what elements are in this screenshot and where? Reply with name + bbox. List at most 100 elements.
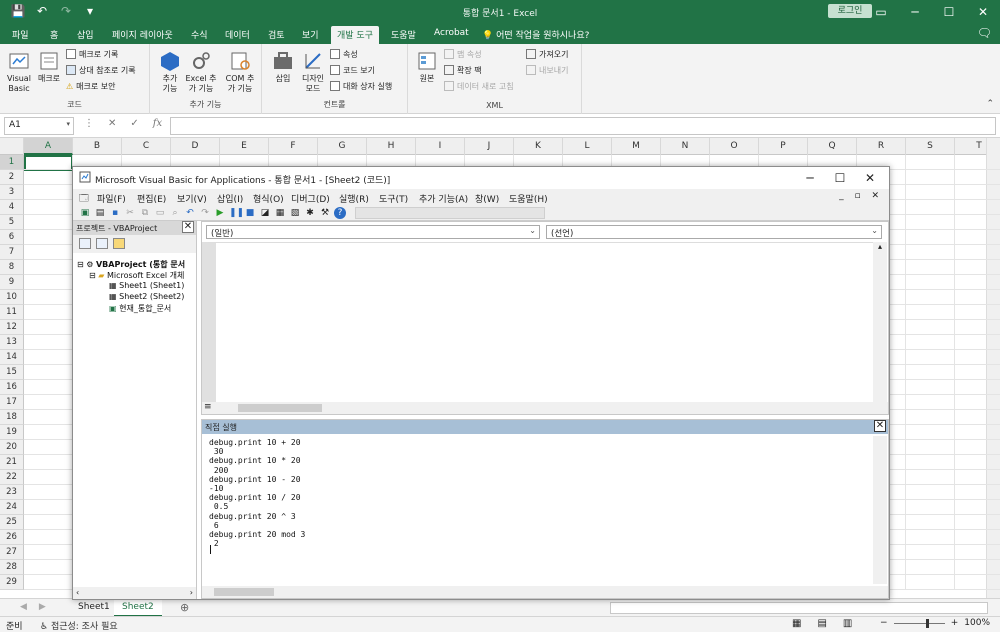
com-addins-button[interactable]: COM 추가 기능	[222, 50, 258, 94]
zoom-in-icon[interactable]: +	[951, 618, 959, 628]
menu-view[interactable]: 보기(V)	[177, 192, 207, 205]
column-header[interactable]: R	[857, 138, 906, 155]
record-macro-button[interactable]: 매크로 기록	[66, 48, 118, 60]
close-icon[interactable]: ✕	[874, 420, 886, 432]
toggle-folders-icon[interactable]	[113, 238, 125, 249]
close-icon[interactable]: ✕	[966, 0, 1000, 24]
design-mode-icon[interactable]: ◪	[259, 207, 271, 219]
row-header[interactable]: 19	[0, 425, 24, 440]
insert-function-icon[interactable]: fx	[153, 118, 162, 129]
horizontal-scrollbar[interactable]	[610, 602, 988, 614]
menu-format[interactable]: 형식(O)	[253, 192, 284, 205]
comments-icon[interactable]: 🗨	[977, 26, 992, 40]
tree-thisworkbook[interactable]: ▣ 현재_통합_문서	[109, 303, 171, 314]
vbe-minimize-icon[interactable]: ─	[795, 169, 825, 187]
zoom-slider[interactable]: − + 100%	[880, 618, 990, 628]
column-header[interactable]: C	[122, 138, 171, 155]
row-header[interactable]: 5	[0, 215, 24, 230]
row-header[interactable]: 8	[0, 260, 24, 275]
column-header[interactable]: B	[73, 138, 122, 155]
vbe-maximize-icon[interactable]: ☐	[825, 169, 855, 187]
mdi-window-controls[interactable]: _ ▫ ✕	[839, 191, 883, 201]
column-header[interactable]: D	[171, 138, 220, 155]
run-icon[interactable]: ▶	[214, 207, 226, 219]
reset-icon[interactable]: ■	[244, 207, 256, 219]
column-header[interactable]: S	[906, 138, 955, 155]
close-icon[interactable]: ✕	[182, 221, 194, 233]
enter-icon[interactable]: ✓	[130, 118, 138, 129]
normal-view-icon[interactable]: ▦	[792, 618, 801, 629]
expansion-packs-button[interactable]: 확장 팩	[444, 64, 482, 76]
menu-addins[interactable]: 추가 기능(A)	[419, 192, 468, 205]
menu-edit[interactable]: 편집(E)	[137, 192, 166, 205]
column-header[interactable]: L	[563, 138, 612, 155]
column-header[interactable]: M	[612, 138, 661, 155]
help-icon[interactable]: ?	[334, 206, 346, 219]
column-header[interactable]: A	[24, 138, 73, 155]
macro-button[interactable]: 매크로	[36, 50, 62, 84]
menu-debug[interactable]: 디버그(D)	[291, 192, 330, 205]
code-editor[interactable]	[202, 242, 874, 406]
row-header[interactable]: 24	[0, 500, 24, 515]
column-header[interactable]: P	[759, 138, 808, 155]
row-header[interactable]: 17	[0, 395, 24, 410]
tab-file[interactable]: 파일	[12, 28, 29, 41]
project-explorer-icon[interactable]: ▦	[274, 207, 286, 219]
column-header[interactable]: H	[367, 138, 416, 155]
vbe-close-icon[interactable]: ✕	[855, 169, 885, 187]
row-header[interactable]: 15	[0, 365, 24, 380]
view-object-icon[interactable]	[96, 238, 108, 249]
select-all-corner[interactable]	[0, 138, 24, 155]
project-hscrollbar[interactable]: ‹ ›	[73, 587, 196, 599]
row-header[interactable]: 2	[0, 170, 24, 185]
row-header[interactable]: 4	[0, 200, 24, 215]
menu-run[interactable]: 실행(R)	[339, 192, 369, 205]
row-header[interactable]: 1	[0, 155, 24, 170]
collapse-ribbon-icon[interactable]: ⌃	[986, 99, 994, 109]
cancel-icon[interactable]: ✕	[108, 118, 116, 129]
tab-page-layout[interactable]: 페이지 레이아웃	[112, 28, 173, 41]
code-vscrollbar[interactable]: ▴	[873, 242, 887, 406]
row-header[interactable]: 22	[0, 470, 24, 485]
visual-basic-button[interactable]: Visual Basic	[4, 50, 34, 94]
view-code-icon[interactable]	[79, 238, 91, 249]
row-header[interactable]: 29	[0, 575, 24, 590]
tab-view[interactable]: 보기	[302, 28, 319, 41]
immediate-hscrollbar[interactable]	[202, 586, 888, 598]
menu-insert[interactable]: 삽입(I)	[217, 192, 243, 205]
page-break-view-icon[interactable]: ▥	[843, 618, 852, 629]
object-combo[interactable]: (일반) ⌄	[206, 225, 540, 239]
insert-module-icon[interactable]: ▤	[94, 207, 106, 219]
zoom-thumb[interactable]	[925, 618, 929, 628]
insert-control-button[interactable]: 삽입	[272, 50, 294, 84]
tab-formulas[interactable]: 수식	[191, 28, 208, 41]
row-header[interactable]: 20	[0, 440, 24, 455]
row-header[interactable]: 18	[0, 410, 24, 425]
sheet-tab-sheet2[interactable]: Sheet2	[114, 599, 162, 617]
tree-sheet1[interactable]: ▦ Sheet1 (Sheet1)	[109, 281, 184, 290]
row-header[interactable]: 10	[0, 290, 24, 305]
xml-source-button[interactable]: 원본	[416, 50, 438, 84]
zoom-level[interactable]: 100%	[964, 618, 990, 628]
column-header[interactable]: N	[661, 138, 710, 155]
object-browser-icon[interactable]: ✱	[304, 207, 316, 219]
refresh-data-button[interactable]: 데이터 새로 고침	[444, 80, 514, 92]
column-header[interactable]: J	[465, 138, 514, 155]
macro-security-button[interactable]: ⚠ 매크로 보안	[66, 80, 116, 92]
menu-help[interactable]: 도움말(H)	[509, 192, 548, 205]
run-dialog-button[interactable]: 대화 상자 실행	[330, 80, 392, 92]
tab-insert[interactable]: 삽입	[77, 28, 94, 41]
excel-addins-button[interactable]: Excel 추가 기능	[184, 50, 218, 94]
code-hscrollbar[interactable]: ≡	[202, 402, 888, 414]
tree-excel-objects[interactable]: ⊟ ▰ Microsoft Excel 개체	[89, 270, 184, 281]
redo-icon[interactable]: ↷	[199, 207, 211, 219]
procedure-view-icon[interactable]: ≡	[204, 402, 212, 412]
minimize-icon[interactable]: ─	[898, 0, 932, 24]
copy-icon[interactable]: ⧉	[139, 207, 151, 219]
tree-sheet2[interactable]: ▦ Sheet2 (Sheet2)	[109, 292, 184, 301]
addins-button[interactable]: 추가 기능	[158, 50, 182, 94]
find-icon[interactable]: ⌕	[169, 207, 181, 219]
design-mode-button[interactable]: 디자인 모드	[298, 50, 328, 94]
tab-acrobat[interactable]: Acrobat	[434, 28, 469, 38]
row-header[interactable]: 3	[0, 185, 24, 200]
